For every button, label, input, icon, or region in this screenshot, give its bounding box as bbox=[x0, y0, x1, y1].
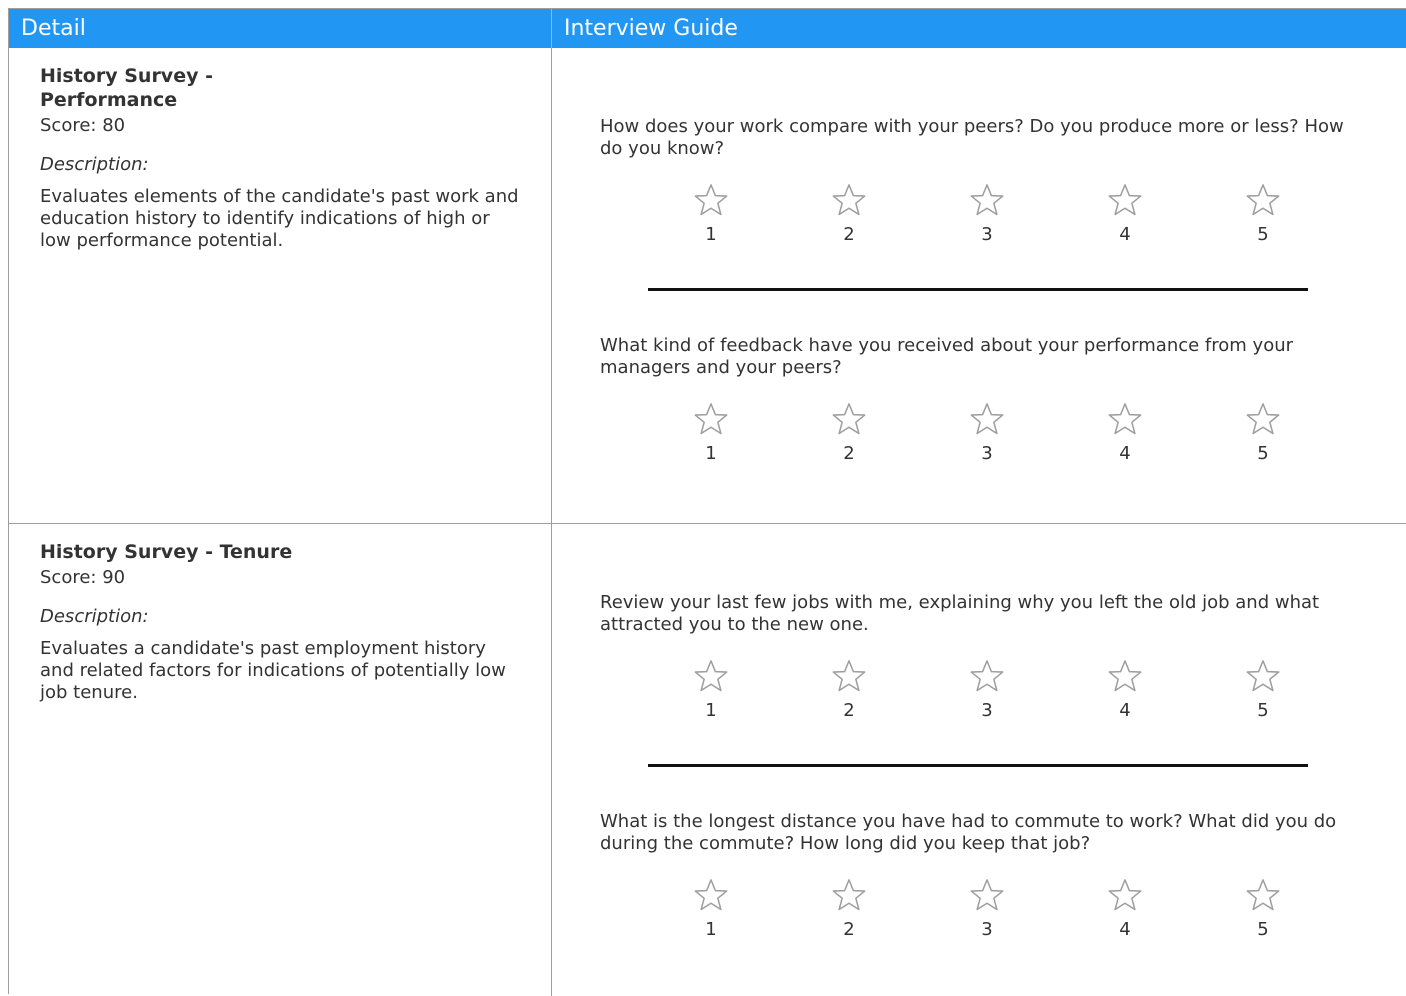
star-outline-icon[interactable] bbox=[830, 401, 868, 439]
column-header-interview-guide: Interview Guide bbox=[564, 16, 738, 41]
description-text: Evaluates a candidate's past employment … bbox=[40, 638, 506, 703]
question-text: What kind of feedback have you received … bbox=[600, 335, 1294, 378]
question-block: What is the longest distance you have ha… bbox=[600, 811, 1360, 941]
star-rating: 1 2 3 4 5 bbox=[642, 401, 1332, 465]
star-option-label: 1 bbox=[705, 443, 717, 464]
star-option-label: 3 bbox=[981, 700, 993, 721]
star-outline-icon[interactable] bbox=[968, 658, 1006, 696]
star-option-label: 2 bbox=[843, 443, 855, 464]
question-block: How does your work compare with your pee… bbox=[600, 116, 1360, 246]
star-option-label: 5 bbox=[1257, 224, 1269, 245]
star-option-label: 2 bbox=[843, 700, 855, 721]
star-outline-icon[interactable] bbox=[968, 401, 1006, 439]
star-option[interactable]: 1 bbox=[642, 877, 780, 941]
star-option[interactable]: 4 bbox=[1056, 658, 1194, 722]
star-outline-icon[interactable] bbox=[830, 877, 868, 915]
column-header-detail: Detail bbox=[9, 9, 552, 48]
star-outline-icon[interactable] bbox=[1106, 877, 1144, 915]
section-score: Score: 90 bbox=[40, 567, 126, 588]
star-outline-icon[interactable] bbox=[968, 877, 1006, 915]
star-option-label: 2 bbox=[843, 224, 855, 245]
star-outline-icon[interactable] bbox=[1244, 401, 1282, 439]
star-option[interactable]: 4 bbox=[1056, 877, 1194, 941]
star-outline-icon[interactable] bbox=[1106, 658, 1144, 696]
star-option[interactable]: 1 bbox=[642, 401, 780, 465]
star-option[interactable]: 3 bbox=[918, 401, 1056, 465]
section-score: Score: 80 bbox=[40, 115, 126, 136]
star-option[interactable]: 2 bbox=[780, 877, 918, 941]
star-option[interactable]: 5 bbox=[1194, 182, 1332, 246]
star-option[interactable]: 2 bbox=[780, 182, 918, 246]
star-option-label: 4 bbox=[1119, 919, 1131, 940]
star-option[interactable]: 1 bbox=[642, 182, 780, 246]
star-outline-icon[interactable] bbox=[1106, 401, 1144, 439]
star-outline-icon[interactable] bbox=[692, 401, 730, 439]
star-option-label: 3 bbox=[981, 919, 993, 940]
star-outline-icon[interactable] bbox=[830, 658, 868, 696]
star-option-label: 3 bbox=[981, 443, 993, 464]
star-option[interactable]: 4 bbox=[1056, 182, 1194, 246]
star-outline-icon[interactable] bbox=[692, 658, 730, 696]
star-outline-icon[interactable] bbox=[1244, 182, 1282, 220]
interview-table: Detail Interview Guide History Survey - … bbox=[8, 8, 1406, 996]
question-divider bbox=[648, 764, 1308, 767]
question-text: What is the longest distance you have ha… bbox=[600, 811, 1337, 854]
star-option-label: 4 bbox=[1119, 224, 1131, 245]
star-outline-icon[interactable] bbox=[1244, 877, 1282, 915]
star-outline-icon[interactable] bbox=[830, 182, 868, 220]
star-outline-icon[interactable] bbox=[1106, 182, 1144, 220]
star-option[interactable]: 3 bbox=[918, 182, 1056, 246]
star-option-label: 1 bbox=[705, 224, 717, 245]
star-option[interactable]: 5 bbox=[1194, 658, 1332, 722]
star-option-label: 5 bbox=[1257, 919, 1269, 940]
table-row: History Survey - Tenure Score: 90 Descri… bbox=[9, 524, 1406, 996]
star-option[interactable]: 1 bbox=[642, 658, 780, 722]
question-text: Review your last few jobs with me, expla… bbox=[600, 592, 1320, 635]
star-option[interactable]: 2 bbox=[780, 401, 918, 465]
star-option-label: 2 bbox=[843, 919, 855, 940]
star-option-label: 4 bbox=[1119, 443, 1131, 464]
star-option-label: 5 bbox=[1257, 443, 1269, 464]
detail-cell: History Survey - Tenure Score: 90 Descri… bbox=[9, 524, 552, 996]
question-text: How does your work compare with your pee… bbox=[600, 116, 1344, 159]
star-outline-icon[interactable] bbox=[692, 877, 730, 915]
description-label: Description: bbox=[40, 154, 149, 175]
star-outline-icon[interactable] bbox=[1244, 658, 1282, 696]
star-option-label: 4 bbox=[1119, 700, 1131, 721]
star-option-label: 1 bbox=[705, 919, 717, 940]
star-rating: 1 2 3 4 5 bbox=[642, 658, 1332, 722]
question-divider bbox=[648, 288, 1308, 291]
star-option-label: 3 bbox=[981, 224, 993, 245]
table-header: Detail Interview Guide bbox=[9, 9, 1406, 48]
detail-cell: History Survey - Performance Score: 80 D… bbox=[9, 48, 552, 523]
question-block: What kind of feedback have you received … bbox=[600, 335, 1360, 465]
section-title: History Survey - Performance bbox=[40, 65, 213, 111]
star-option-label: 5 bbox=[1257, 700, 1269, 721]
star-outline-icon[interactable] bbox=[692, 182, 730, 220]
interview-guide-cell: Review your last few jobs with me, expla… bbox=[552, 524, 1406, 996]
star-option[interactable]: 5 bbox=[1194, 401, 1332, 465]
table-row: History Survey - Performance Score: 80 D… bbox=[9, 48, 1406, 524]
star-option[interactable]: 5 bbox=[1194, 877, 1332, 941]
star-rating: 1 2 3 4 5 bbox=[642, 877, 1332, 941]
description-text: Evaluates elements of the candidate's pa… bbox=[40, 186, 519, 251]
star-rating: 1 2 3 4 5 bbox=[642, 182, 1332, 246]
star-option-label: 1 bbox=[705, 700, 717, 721]
star-option[interactable]: 2 bbox=[780, 658, 918, 722]
star-option[interactable]: 3 bbox=[918, 658, 1056, 722]
description-label: Description: bbox=[40, 606, 149, 627]
star-option[interactable]: 3 bbox=[918, 877, 1056, 941]
interview-guide-cell: How does your work compare with your pee… bbox=[552, 48, 1406, 523]
star-option[interactable]: 4 bbox=[1056, 401, 1194, 465]
star-outline-icon[interactable] bbox=[968, 182, 1006, 220]
question-block: Review your last few jobs with me, expla… bbox=[600, 592, 1360, 722]
section-title: History Survey - Tenure bbox=[40, 541, 293, 563]
